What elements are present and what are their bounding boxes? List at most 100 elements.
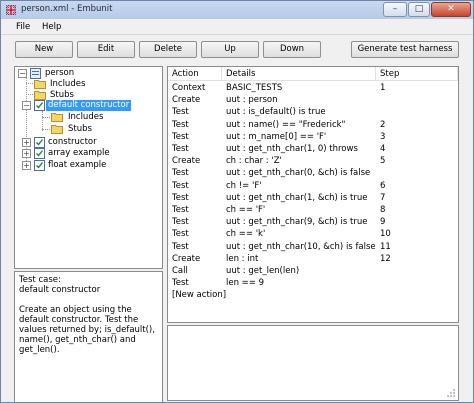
minimize-button[interactable]: – [383, 2, 407, 17]
resize-grip-icon[interactable] [446, 388, 456, 398]
cell-action: Test [172, 168, 189, 179]
down-button[interactable]: Down [263, 41, 321, 58]
cell-details: uut : is_default() is true [226, 107, 326, 118]
cell-step: 7 [380, 192, 386, 203]
expand-toggle[interactable]: + [22, 138, 31, 147]
test-tree[interactable]: − person Includes Stubs − default constr… [14, 66, 163, 269]
table-row[interactable]: Test uut : get_nth_char(10, &ch) is false… [168, 241, 458, 253]
table-row[interactable]: Test ch != 'F' 6 [168, 180, 458, 192]
column-header-details[interactable]: Details [222, 67, 376, 81]
test-suite-icon [30, 68, 41, 79]
new-button[interactable]: New [15, 41, 73, 58]
table-row[interactable]: Create ch : char : 'Z' 5 [168, 155, 458, 167]
action-detail-panel[interactable] [167, 325, 459, 401]
cell-details: ch : char : 'Z' [226, 156, 282, 167]
expand-toggle[interactable]: + [22, 149, 31, 158]
tree-node-default-constructor[interactable]: default constructor [46, 100, 132, 111]
cell-action: Test [172, 241, 189, 252]
column-header-step[interactable]: Step [376, 67, 458, 81]
cell-action: Test [172, 192, 189, 203]
folder-icon [51, 113, 63, 122]
tree-node-constructor[interactable]: constructor [46, 137, 99, 148]
tree-node-includes[interactable]: Includes [48, 79, 87, 90]
table-row[interactable]: Test uut : m_name[0] == 'F' 3 [168, 131, 458, 143]
cell-details: uut : get_nth_char(0, &ch) is false [226, 168, 371, 179]
table-row[interactable]: Create uut : person [168, 94, 458, 106]
tree-connector [42, 129, 50, 130]
tree-node-dc-includes[interactable]: Includes [66, 112, 105, 123]
table-row[interactable]: Call uut : get_len(len) [168, 265, 458, 277]
description-heading: Test case: default constructor [19, 275, 100, 295]
cell-step: 6 [380, 180, 386, 191]
table-row[interactable]: Test uut : is_default() is true [168, 106, 458, 118]
folder-icon [34, 91, 46, 100]
tree-connector [42, 111, 43, 131]
window-title: person.xml - Embunit [21, 4, 113, 14]
tree-node-person[interactable]: person [43, 68, 76, 79]
description-label: Test case: [19, 275, 61, 285]
description-text: Create an object using the default const… [19, 305, 155, 355]
cell-action: Context [172, 83, 206, 93]
cell-action: Test [172, 229, 189, 240]
cell-details: uut : person [226, 95, 278, 106]
test-case-icon [34, 100, 45, 111]
test-case-description: Test case: default constructor Create an… [14, 271, 163, 402]
cell-action: Test [172, 205, 189, 215]
cell-action: Test [172, 107, 189, 118]
column-header-action[interactable]: Action [168, 67, 222, 81]
cell-step: 1 [380, 83, 386, 93]
tree-connector [42, 117, 50, 118]
cell-details: len == 9 [226, 278, 265, 289]
cell-step: 5 [380, 156, 386, 167]
expand-toggle[interactable]: − [22, 101, 31, 110]
cell-action: Create [172, 156, 201, 167]
cell-action: Test [172, 144, 189, 154]
toolbar: New Edit Delete Up Down Generate test ha… [1, 35, 473, 65]
cell-step: 9 [380, 217, 386, 228]
cell-step: 11 [380, 241, 391, 252]
folder-icon [34, 80, 46, 89]
delete-button[interactable]: Delete [139, 41, 197, 58]
cell-step: 8 [380, 205, 386, 215]
table-row[interactable]: Test ch == 'F' 8 [168, 204, 458, 216]
table-row[interactable]: Test uut : get_nth_char(1, &ch) is true 7 [168, 192, 458, 204]
table-row[interactable]: Test len == 9 [168, 277, 458, 289]
edit-button[interactable]: Edit [77, 41, 135, 58]
cell-details: uut : get_nth_char(1, 0) throws [226, 144, 358, 154]
table-row[interactable]: Test uut : get_nth_char(9, &ch) is true 9 [168, 216, 458, 228]
cell-step: 10 [380, 229, 391, 240]
tree-node-array-example[interactable]: array example [46, 148, 112, 159]
test-case-icon [34, 148, 45, 159]
menu-file[interactable]: File [16, 22, 30, 32]
cell-action: Test [172, 131, 189, 142]
table-row[interactable]: Test uut : get_nth_char(1, 0) throws 4 [168, 143, 458, 155]
title-bar[interactable]: person.xml - Embunit – □ ✕ [1, 1, 473, 19]
actions-table[interactable]: Action Details Step Context BASIC_TESTS 1 … [167, 66, 459, 323]
cell-action: Call [172, 266, 188, 276]
tree-connector [26, 94, 33, 95]
cell-step: 3 [380, 131, 386, 142]
app-window: person.xml - Embunit – □ ✕ File Help New… [0, 0, 474, 403]
new-action-row[interactable]: [New action] [172, 290, 226, 300]
main-content: − person Includes Stubs − default constr… [1, 65, 473, 402]
table-row[interactable]: Create len : int 12 [168, 253, 458, 265]
up-button[interactable]: Up [201, 41, 259, 58]
cell-step: 2 [380, 119, 386, 130]
table-row[interactable]: Test uut : get_nth_char(0, &ch) is false [168, 167, 458, 179]
cell-details: ch != 'F' [226, 180, 262, 191]
table-row[interactable]: Context BASIC_TESTS 1 [168, 82, 458, 94]
maximize-button[interactable]: □ [408, 2, 430, 17]
cell-details: len : int [226, 253, 259, 264]
expand-toggle[interactable]: − [18, 69, 27, 78]
expand-toggle[interactable]: + [22, 161, 31, 170]
tree-node-float-example[interactable]: float example [46, 160, 108, 171]
menu-help[interactable]: Help [42, 22, 61, 32]
table-row[interactable]: Test uut : name() == "Frederick" 2 [168, 119, 458, 131]
tree-node-dc-stubs[interactable]: Stubs [66, 124, 94, 135]
table-row[interactable]: Test ch == 'k' 10 [168, 228, 458, 240]
generate-harness-button[interactable]: Generate test harness [351, 41, 459, 58]
cell-details: ch == 'F' [226, 205, 266, 215]
folder-icon [51, 125, 63, 134]
close-button[interactable]: ✕ [431, 2, 471, 17]
cell-action: Test [172, 278, 189, 289]
